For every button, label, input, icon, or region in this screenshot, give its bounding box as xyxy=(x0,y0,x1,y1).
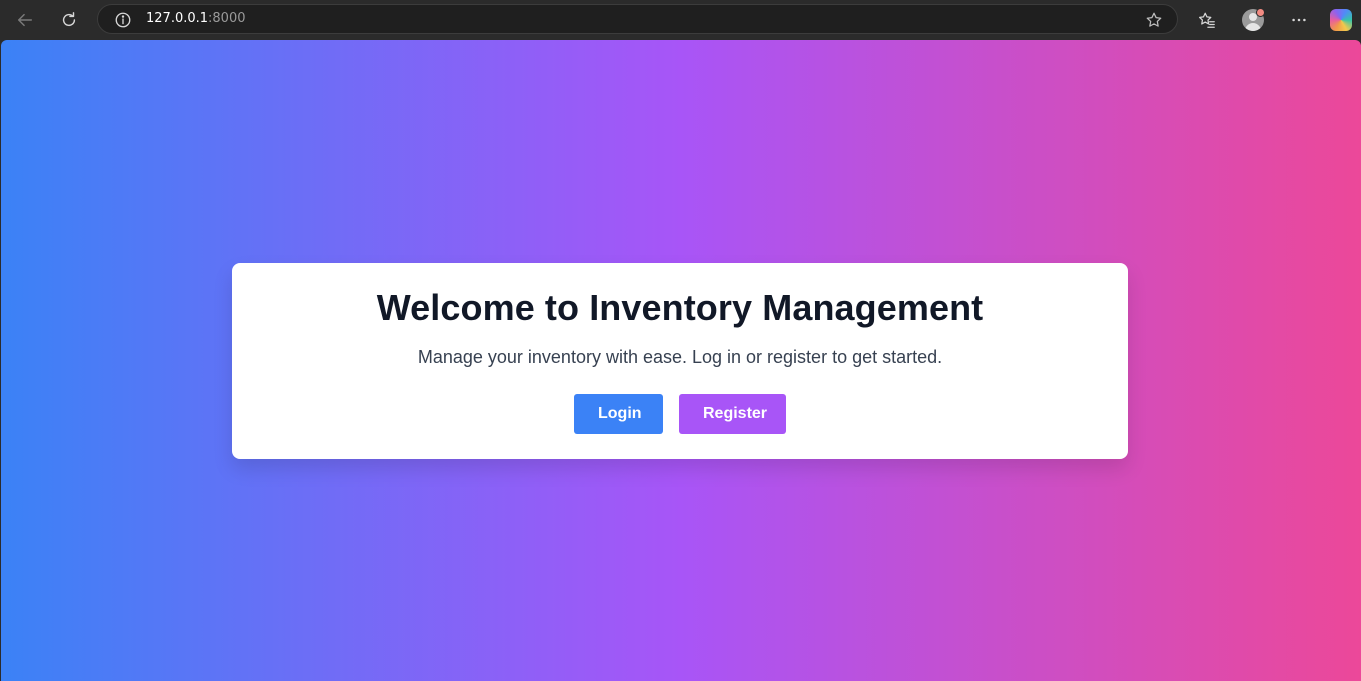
action-buttons: Login Register xyxy=(232,394,1128,434)
browser-toolbar: 127.0.0.1:8000 xyxy=(0,0,1361,40)
welcome-card: Welcome to Inventory Management Manage y… xyxy=(232,263,1128,459)
favorites-button[interactable] xyxy=(1194,7,1220,33)
more-button[interactable] xyxy=(1286,7,1312,33)
page-subtitle: Manage your inventory with ease. Log in … xyxy=(417,347,943,367)
reload-icon xyxy=(62,12,76,27)
page-title: Welcome to Inventory Management xyxy=(376,287,984,328)
more-icon xyxy=(1292,18,1306,22)
login-button[interactable]: Login xyxy=(574,394,663,434)
info-icon[interactable] xyxy=(114,11,132,29)
address-port: :8000 xyxy=(208,11,246,26)
page-viewport: Welcome to Inventory Management Manage y… xyxy=(1,40,1361,681)
address-host: 127.0.0.1 xyxy=(146,11,209,26)
favorites-icon xyxy=(1198,12,1215,28)
reload-button[interactable] xyxy=(55,6,83,34)
copilot-button[interactable] xyxy=(1328,7,1354,33)
address-url[interactable]: 127.0.0.1:8000 xyxy=(146,5,246,33)
back-button[interactable] xyxy=(11,6,39,34)
profile-button[interactable] xyxy=(1240,7,1266,33)
star-icon[interactable] xyxy=(1145,11,1163,29)
address-bar[interactable]: 127.0.0.1:8000 xyxy=(97,4,1178,34)
copilot-icon xyxy=(1330,9,1352,31)
notification-dot xyxy=(1256,8,1265,17)
register-button[interactable]: Register xyxy=(679,394,786,434)
back-arrow-icon xyxy=(17,13,33,27)
